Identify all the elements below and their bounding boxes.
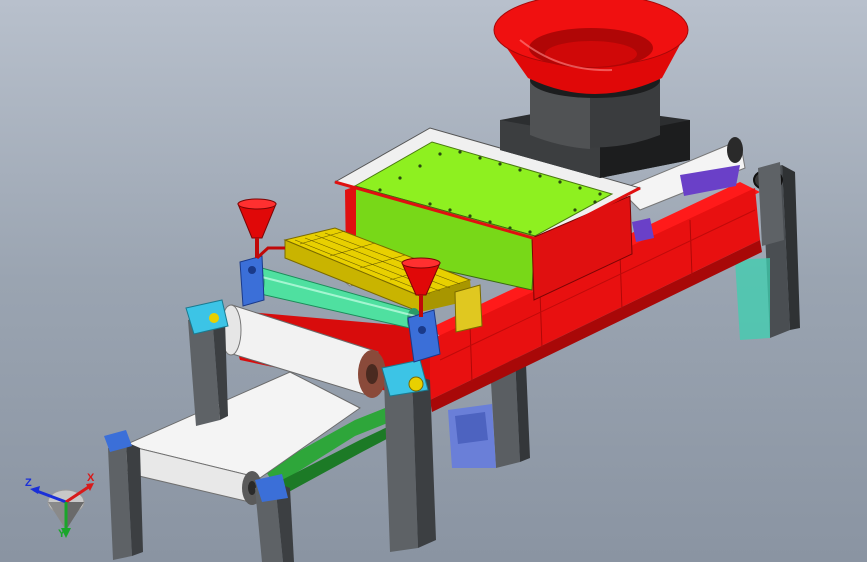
bearing-block-right	[407, 309, 441, 363]
front-leg-left	[185, 299, 229, 426]
rear-leg-upper	[758, 162, 784, 246]
conveyor-model[interactable]	[0, 0, 867, 562]
bearing-block-left	[239, 255, 265, 307]
axis-label-x: X	[87, 472, 95, 484]
funnel-left	[237, 198, 285, 260]
coordinate-triad[interactable]: Z X Y	[20, 468, 100, 548]
feeder-leg-left	[104, 430, 143, 560]
axis-label-y: Y	[58, 528, 66, 540]
cad-viewport[interactable]: Z X Y	[0, 0, 867, 562]
axis-label-z: Z	[25, 477, 32, 489]
front-leg-right	[381, 359, 436, 552]
hopper[interactable]	[493, 0, 690, 178]
